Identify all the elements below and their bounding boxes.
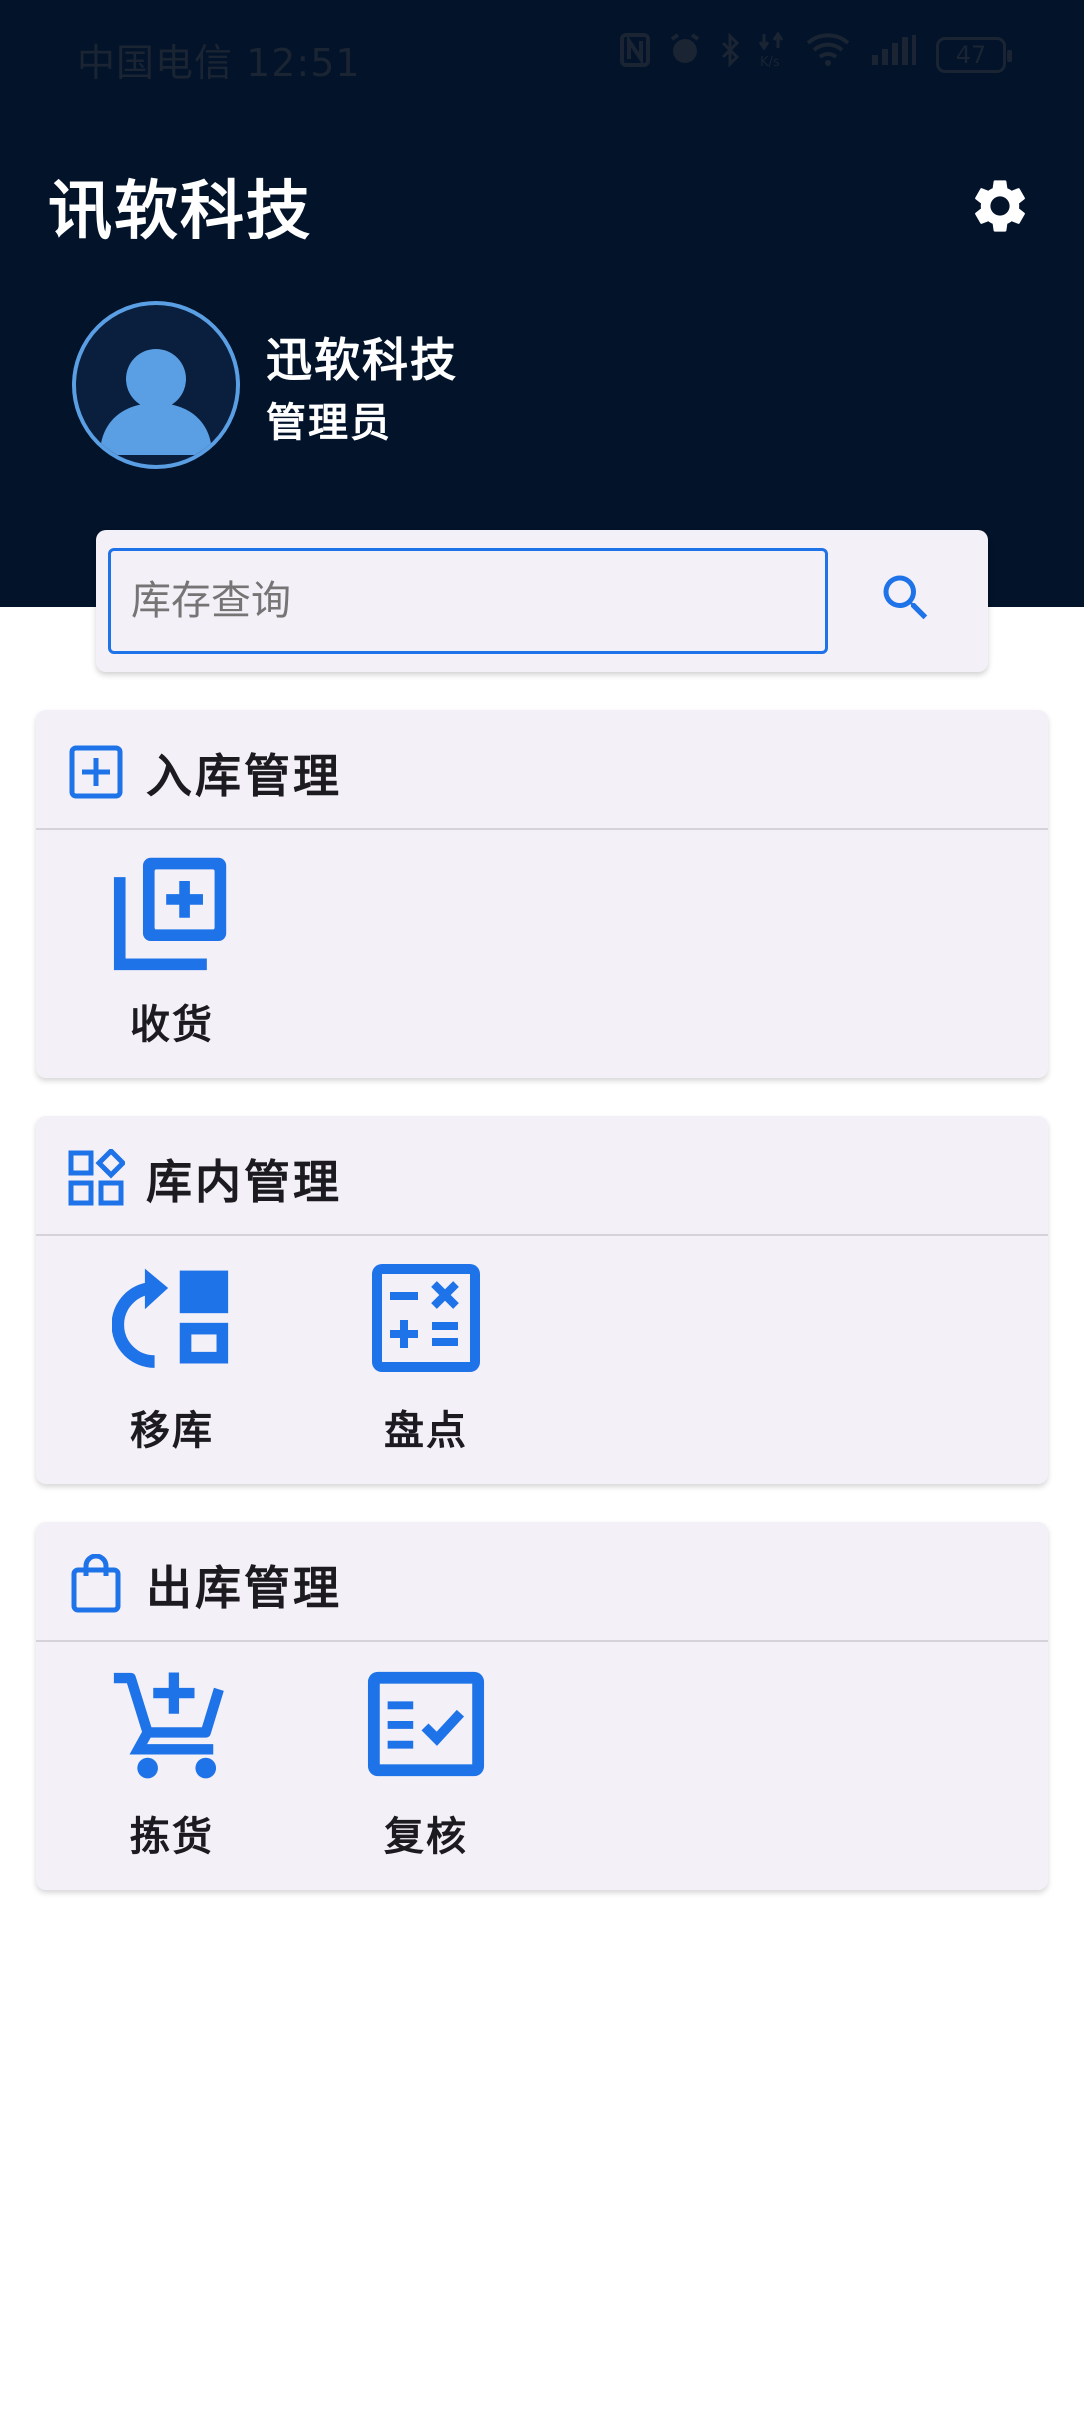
section-header: 入库管理 [36, 710, 1048, 830]
user-name: 迅软科技 [266, 333, 458, 387]
bluetooth-icon [720, 32, 740, 76]
avatar[interactable] [72, 301, 240, 469]
tile-label: 拣货 [130, 1814, 214, 1860]
fact-check-icon [366, 1664, 486, 1784]
tile-review[interactable]: 复核 [338, 1664, 514, 1874]
data-speed-icon: K/s [758, 30, 788, 79]
section-in-warehouse: 库内管理 移库 盘点 [36, 1116, 1048, 1484]
search-button[interactable] [866, 560, 946, 640]
status-icons: K/s 47 [620, 30, 1012, 79]
calculate-icon [366, 1258, 486, 1378]
status-carrier-time: 中国电信 12:51 [77, 41, 361, 85]
tile-receive[interactable]: 收货 [84, 852, 260, 1062]
tile-label: 移库 [130, 1408, 214, 1454]
user-role: 管理员 [266, 400, 392, 446]
section-header: 出库管理 [36, 1522, 1048, 1642]
app-title: 讯软科技 [48, 175, 312, 249]
add-shopping-cart-icon [112, 1664, 232, 1784]
section-title: 入库管理 [146, 749, 342, 803]
battery-indicator: 47 [936, 36, 1012, 73]
signal-icon [868, 33, 918, 76]
widgets-icon [66, 1148, 126, 1208]
tile-stocktake[interactable]: 盘点 [338, 1258, 514, 1468]
wifi-icon [806, 33, 850, 76]
tile-label: 盘点 [384, 1408, 468, 1454]
section-outbound: 出库管理 拣货 复核 [36, 1522, 1048, 1890]
section-title: 出库管理 [146, 1561, 342, 1615]
section-inbound: 入库管理 收货 [36, 710, 1048, 1078]
section-title: 库内管理 [146, 1155, 342, 1209]
alarm-icon [668, 33, 702, 76]
search-icon [876, 568, 936, 632]
tile-picking[interactable]: 拣货 [84, 1664, 260, 1874]
tile-label: 收货 [130, 1002, 214, 1048]
svg-text:K/s: K/s [760, 55, 780, 70]
status-bar: 中国电信 12:51 K/s 47 [0, 22, 1084, 92]
section-header: 库内管理 [36, 1116, 1048, 1236]
library-add-icon [112, 852, 232, 972]
gear-icon [968, 174, 1032, 242]
shopping-bag-icon [66, 1554, 126, 1614]
search-input[interactable] [108, 548, 828, 654]
move-icon [112, 1258, 232, 1378]
tile-move[interactable]: 移库 [84, 1258, 260, 1468]
add-box-icon [66, 742, 126, 802]
nfc-icon [620, 33, 650, 76]
tile-label: 复核 [384, 1814, 468, 1860]
search-card [96, 530, 988, 672]
settings-button[interactable] [960, 168, 1040, 248]
